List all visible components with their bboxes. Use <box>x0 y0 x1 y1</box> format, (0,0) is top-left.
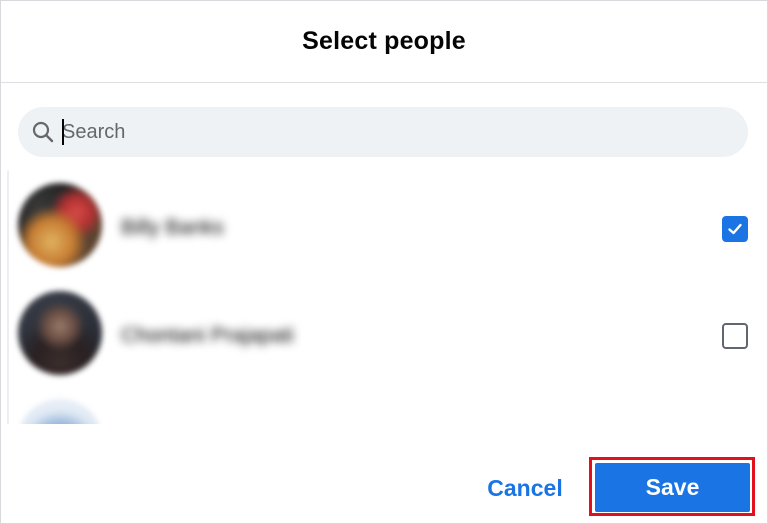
avatar <box>18 399 102 424</box>
person-row[interactable]: Billy Banks <box>9 171 767 275</box>
check-icon <box>728 223 742 235</box>
people-list[interactable]: Billy Banks Chontani Prajapati <box>7 171 767 424</box>
dialog-title: Select people <box>302 27 466 55</box>
text-cursor <box>62 119 64 145</box>
save-button[interactable]: Save <box>595 463 750 512</box>
person-name: Chontani Prajapati <box>121 324 294 347</box>
select-people-dialog: Select people Billy Banks Chontani Praja… <box>0 0 768 524</box>
avatar <box>18 183 102 267</box>
search-bar[interactable] <box>18 107 748 157</box>
search-icon <box>30 119 56 145</box>
person-checkbox[interactable] <box>722 216 748 242</box>
cancel-button[interactable]: Cancel <box>473 463 577 513</box>
person-name: Billy Banks <box>121 216 224 239</box>
search-input[interactable] <box>62 114 662 150</box>
person-checkbox[interactable] <box>722 323 748 349</box>
person-row[interactable] <box>9 383 767 424</box>
avatar <box>18 291 102 375</box>
dialog-header: Select people <box>1 1 767 83</box>
person-row[interactable]: Chontani Prajapati <box>9 277 767 381</box>
